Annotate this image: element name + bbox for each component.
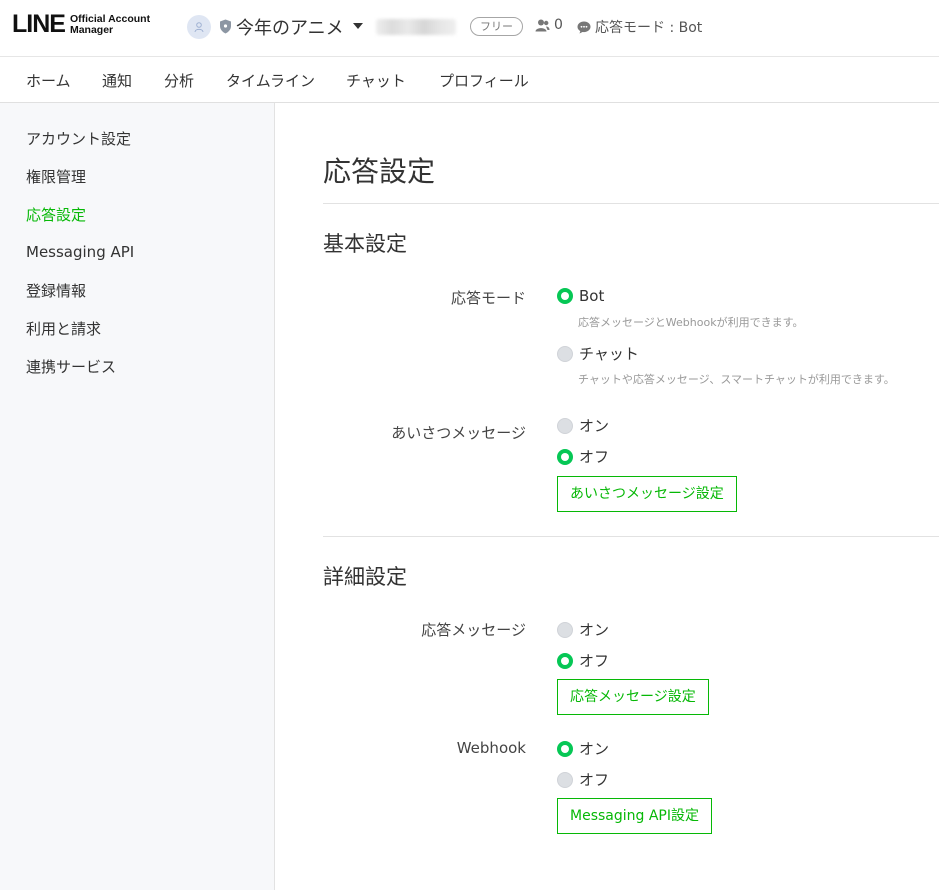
logo-subtitle-line2: Manager <box>69 23 114 36</box>
sidebar-item-permissions[interactable]: 権限管理 <box>26 166 86 187</box>
sidebar-item-linked-services[interactable]: 連携サービス <box>26 356 116 377</box>
radio-label: オン <box>579 417 610 435</box>
radio-selected[interactable] <box>557 652 573 669</box>
nav-profile[interactable]: プロフィール <box>439 70 529 91</box>
radio-unselected[interactable] <box>557 417 573 434</box>
auto-reply-radio-on[interactable]: オン <box>557 619 609 640</box>
section-title-basic: 基本設定 <box>323 232 407 256</box>
radio-label: オン <box>579 621 610 639</box>
user-avatar-icon[interactable] <box>187 15 211 39</box>
greeting-radio-on[interactable]: オン <box>557 415 609 436</box>
radio-label: オン <box>579 740 610 758</box>
page-title: 応答設定 <box>323 155 436 188</box>
radio-label: チャット <box>579 345 639 363</box>
settings-sidebar: アカウント設定 権限管理 応答設定 Messaging API 登録情報 利用と… <box>0 103 275 890</box>
radio-label: Bot <box>579 287 605 305</box>
auto-reply-label: 応答メッセージ <box>421 621 526 639</box>
nav-chat[interactable]: チャット <box>346 70 406 91</box>
radio-selected[interactable] <box>557 448 573 465</box>
radio-label: オフ <box>579 771 610 789</box>
friend-count[interactable]: 0 <box>535 17 563 33</box>
section-title-advanced: 詳細設定 <box>323 565 407 589</box>
sidebar-item-messaging-api[interactable]: Messaging API <box>26 243 134 261</box>
auto-reply-radio-off[interactable]: オフ <box>557 650 609 671</box>
messaging-api-settings-button[interactable]: Messaging API設定 <box>557 798 712 834</box>
divider <box>323 203 939 204</box>
greeting-radio-off[interactable]: オフ <box>557 446 609 467</box>
radio-label: オフ <box>579 448 610 466</box>
response-mode-radio-bot[interactable]: Bot <box>557 287 604 305</box>
response-mode-label: 応答モード <box>450 289 526 307</box>
caret-down-icon[interactable] <box>353 23 363 29</box>
chat-hint: チャットや応答メッセージ、スマートチャットが利用できます。 <box>578 373 895 386</box>
radio-selected[interactable] <box>557 740 573 757</box>
shield-icon <box>219 19 232 38</box>
radio-selected[interactable] <box>557 288 573 304</box>
line-oa-manager-logo[interactable]: LINE Official Account Manager <box>12 12 150 37</box>
auto-reply-settings-button[interactable]: 応答メッセージ設定 <box>557 679 709 715</box>
nav-notices[interactable]: 通知 <box>102 70 132 91</box>
top-header: LINE Official Account Manager 今年のアニメ フリー… <box>0 0 939 57</box>
friends-icon <box>535 19 550 31</box>
response-mode-status[interactable]: 応答モード : Bot <box>577 17 702 37</box>
logo-wordmark: LINE <box>12 10 66 38</box>
sidebar-item-response-settings[interactable]: 応答設定 <box>26 204 86 225</box>
nav-home[interactable]: ホーム <box>26 70 71 91</box>
chat-bubble-icon <box>577 21 591 33</box>
greeting-message-settings-button[interactable]: あいさつメッセージ設定 <box>557 476 737 512</box>
response-mode-radio-chat[interactable]: チャット <box>557 343 639 364</box>
webhook-radio-off[interactable]: オフ <box>557 769 609 790</box>
response-mode-status-text: 応答モード : Bot <box>595 20 703 36</box>
main-nav: ホーム 通知 分析 タイムライン チャット プロフィール <box>0 57 939 103</box>
nav-analytics[interactable]: 分析 <box>164 70 194 91</box>
logo-subtitle-line1: Official Account <box>69 12 151 25</box>
sidebar-item-account-settings[interactable]: アカウント設定 <box>26 128 131 149</box>
radio-unselected[interactable] <box>557 771 573 788</box>
greeting-message-label: あいさつメッセージ <box>391 424 526 442</box>
divider <box>323 536 939 537</box>
radio-label: オフ <box>579 652 610 670</box>
logo-subtitle: Official Account Manager <box>69 12 151 36</box>
plan-badge: フリー <box>470 17 523 36</box>
sidebar-item-usage-billing[interactable]: 利用と請求 <box>26 318 101 339</box>
blurred-account-id <box>376 19 456 35</box>
radio-unselected[interactable] <box>557 345 573 362</box>
radio-unselected[interactable] <box>557 621 573 638</box>
account-name-dropdown[interactable]: 今年のアニメ <box>236 14 344 40</box>
nav-timeline[interactable]: タイムライン <box>226 70 315 91</box>
friend-count-value: 0 <box>554 17 563 33</box>
bot-hint: 応答メッセージとWebhookが利用できます。 <box>578 316 804 329</box>
sidebar-item-registration-info[interactable]: 登録情報 <box>26 280 86 301</box>
webhook-label: Webhook <box>456 739 526 757</box>
webhook-radio-on[interactable]: オン <box>557 738 609 759</box>
